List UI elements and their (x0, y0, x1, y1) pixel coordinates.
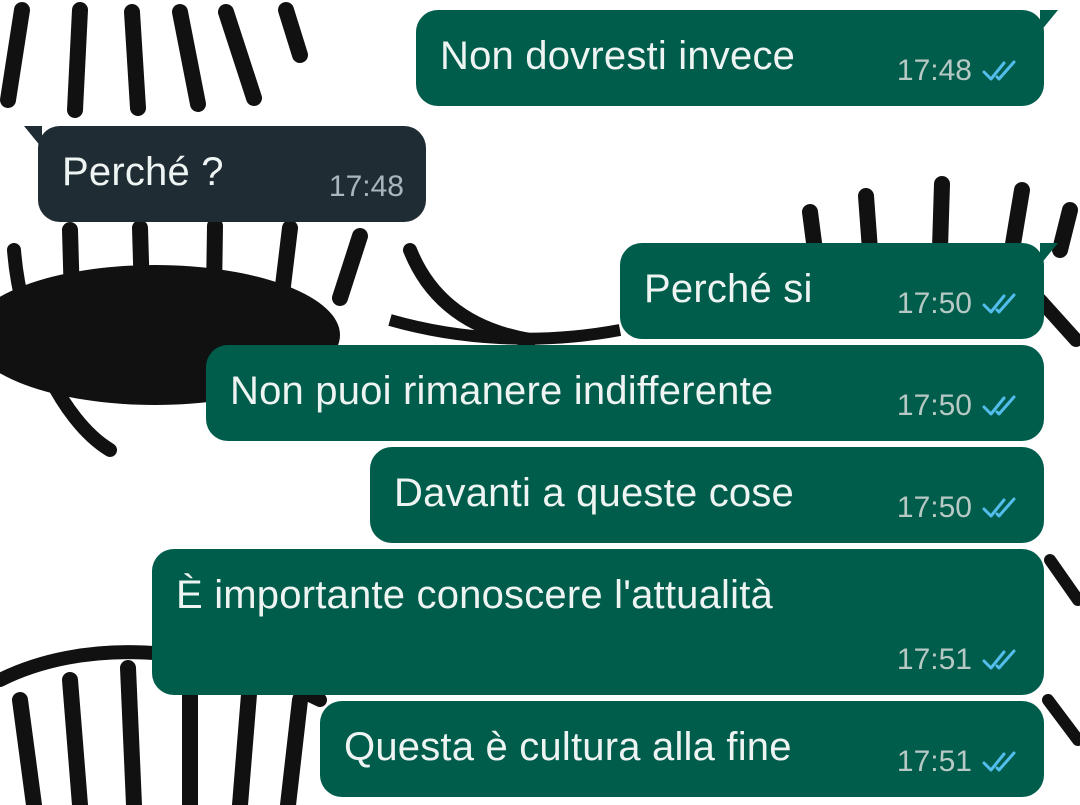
message-meta: 17:50 (897, 287, 1022, 321)
message-time: 17:51 (896, 643, 972, 676)
message-time: 17:51 (896, 745, 972, 778)
message-text: Perché si (644, 267, 813, 311)
message-text: Non dovresti invece (440, 34, 796, 78)
message-bubble-outgoing[interactable]: Questa è cultura alla fine 17:51 (320, 701, 1044, 797)
double-check-icon (982, 394, 1022, 418)
message-meta: 17:51 (897, 745, 1022, 779)
message-text: Questa è cultura alla fine (344, 725, 792, 769)
message-text: Non puoi rimanere indifferente (230, 369, 774, 413)
message-bubble-outgoing[interactable]: Non puoi rimanere indifferente 17:50 (206, 345, 1044, 441)
double-check-icon (982, 750, 1022, 774)
message-time: 17:50 (896, 491, 972, 524)
message-meta: 17:48 (897, 54, 1022, 88)
message-meta: 17:48 (329, 170, 404, 204)
message-text: È importante conoscere l'attualità (176, 573, 773, 617)
message-time: 17:50 (896, 287, 972, 320)
message-bubble-outgoing[interactable]: Davanti a queste cose 17:50 (370, 447, 1044, 543)
double-check-icon (982, 496, 1022, 520)
message-time: 17:50 (896, 389, 972, 422)
message-bubble-outgoing[interactable]: Non dovresti invece 17:48 (416, 10, 1058, 106)
message-time: 17:48 (328, 170, 404, 203)
double-check-icon (982, 648, 1022, 672)
message-bubble-outgoing[interactable]: È importante conoscere l'attualità 17:51 (152, 549, 1044, 695)
message-bubble-incoming[interactable]: Perché ? 17:48 (24, 126, 426, 222)
double-check-icon (982, 59, 1022, 83)
message-meta: 17:50 (897, 491, 1022, 525)
message-text: Perché ? (62, 150, 224, 194)
message-text: Davanti a queste cose (394, 471, 795, 515)
bubble-tail (1040, 243, 1058, 265)
message-time: 17:48 (896, 54, 972, 87)
double-check-icon (982, 292, 1022, 316)
message-meta: 17:51 (897, 643, 1022, 677)
bubble-tail (1040, 10, 1058, 32)
bubble-tail (24, 126, 42, 148)
message-meta: 17:50 (897, 389, 1022, 423)
chat-message-list[interactable]: Non dovresti invece 17:48 Perché ? 17:48… (0, 0, 1080, 805)
message-bubble-outgoing[interactable]: Perché si 17:50 (620, 243, 1058, 339)
